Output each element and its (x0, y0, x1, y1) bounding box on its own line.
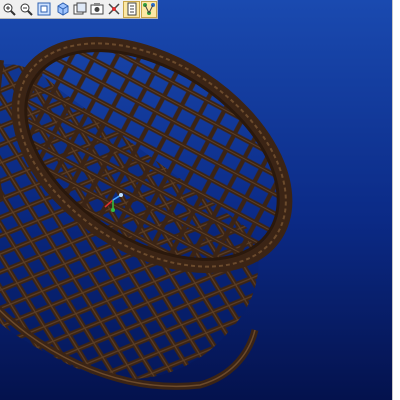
zoom-window-button[interactable] (35, 1, 51, 18)
zoom-in-icon (3, 3, 16, 16)
shading-cube-icon (57, 2, 69, 16)
orient-mode-button[interactable] (123, 0, 140, 18)
orient-mode-icon (127, 2, 137, 16)
y-axis-tip (111, 208, 115, 212)
zoom-in-button[interactable] (1, 1, 17, 18)
vertical-scrollbar[interactable] (392, 0, 400, 400)
tree-display-icon (142, 3, 155, 15)
view-toolbar (0, 0, 158, 19)
saved-views-button[interactable] (72, 1, 88, 18)
cad-window (0, 0, 400, 400)
zoom-out-button[interactable] (18, 1, 34, 18)
tree-display-button[interactable] (140, 0, 158, 18)
3d-viewport[interactable] (0, 0, 392, 400)
shading-button[interactable] (55, 1, 71, 18)
zoom-out-icon (20, 3, 34, 16)
repaint-button[interactable] (89, 1, 105, 18)
repaint-icon (90, 3, 104, 15)
zoom-window-icon (37, 2, 50, 16)
datum-spin-icon (108, 3, 120, 15)
z-axis-tip (119, 193, 123, 197)
saved-views-icon (73, 2, 87, 15)
datum-spin-button[interactable] (106, 1, 122, 18)
